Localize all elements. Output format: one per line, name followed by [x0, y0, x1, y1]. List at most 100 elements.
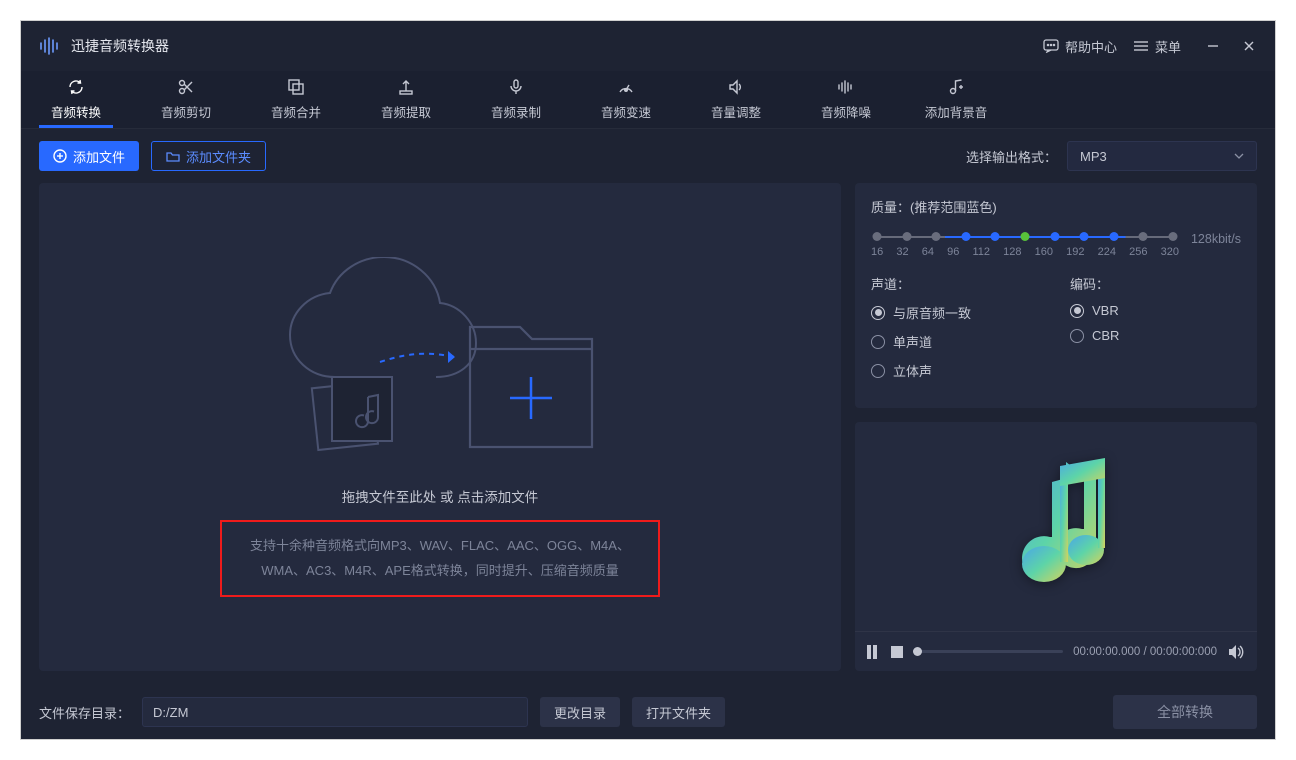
open-folder-button[interactable]: 打开文件夹: [632, 697, 725, 727]
tab-audio-record[interactable]: 音频录制: [461, 71, 571, 128]
right-panel: 质量：(推荐范围蓝色): [855, 183, 1257, 671]
radio-icon: [871, 306, 885, 320]
slider-handle[interactable]: [1021, 232, 1030, 241]
pause-button[interactable]: [867, 645, 881, 659]
encoding-cbr[interactable]: CBR: [1070, 328, 1241, 343]
bitrate-value: 128kbit/s: [1185, 228, 1241, 246]
add-folder-label: 添加文件夹: [186, 147, 251, 166]
help-label: 帮助中心: [1065, 37, 1117, 56]
refresh-icon: [67, 78, 85, 96]
tab-volume-adjust[interactable]: 音量调整: [681, 71, 791, 128]
extract-icon: [397, 78, 415, 96]
slider-tick[interactable]: [991, 232, 1000, 241]
bitrate-slider[interactable]: [871, 236, 1179, 238]
supported-formats-box: 支持十余种音频格式向MP3、WAV、FLAC、AAC、OGG、M4A、 WMA、…: [220, 520, 660, 597]
slider-tick[interactable]: [961, 232, 970, 241]
slider-tick[interactable]: [1109, 232, 1118, 241]
tab-audio-convert[interactable]: 音频转换: [21, 71, 131, 128]
tab-audio-speed[interactable]: 音频变速: [571, 71, 681, 128]
output-format-value: MP3: [1080, 149, 1107, 164]
tab-label: 音频变速: [601, 102, 651, 121]
settings-panel: 质量：(推荐范围蓝色): [855, 183, 1257, 408]
title-bar: 迅捷音频转换器 帮助中心 菜单: [21, 21, 1275, 71]
menu-label: 菜单: [1155, 37, 1181, 56]
tick-label: 256: [1129, 246, 1147, 258]
radio-label: CBR: [1092, 328, 1119, 343]
tab-label: 添加背景音: [925, 102, 988, 121]
tab-audio-extract[interactable]: 音频提取: [351, 71, 461, 128]
tab-audio-cut[interactable]: 音频剪切: [131, 71, 241, 128]
save-path-value: D:/ZM: [153, 705, 188, 720]
formats-line2: WMA、AC3、M4R、APE格式转换，同时提升、压缩音频质量: [236, 559, 644, 584]
channel-title: 声道：: [871, 274, 1042, 293]
encoding-settings: 编码： VBR CBR: [1070, 274, 1241, 390]
progress-handle[interactable]: [913, 647, 922, 656]
slider-tick[interactable]: [1080, 232, 1089, 241]
title-right: 帮助中心 菜单: [1043, 37, 1257, 56]
volume-button[interactable]: [1227, 643, 1245, 661]
radio-icon: [1070, 329, 1084, 343]
slider-tick-labels: 16 32 64 96 112 128 160 192 224 256 320: [871, 246, 1179, 258]
tab-label: 音频合并: [271, 102, 321, 121]
tick-label: 32: [896, 246, 908, 258]
formats-line1: 支持十余种音频格式向MP3、WAV、FLAC、AAC、OGG、M4A、: [236, 534, 644, 559]
slider-tick[interactable]: [1139, 232, 1148, 241]
radio-icon: [871, 335, 885, 349]
add-file-label: 添加文件: [73, 147, 125, 166]
radio-label: 与原音频一致: [893, 303, 971, 322]
app-title: 迅捷音频转换器: [71, 36, 169, 56]
tab-noise-reduce[interactable]: 音频降噪: [791, 71, 901, 128]
chevron-down-icon: [1234, 153, 1244, 159]
radio-icon: [1070, 304, 1084, 318]
window-controls: [1205, 38, 1257, 54]
progress-slider[interactable]: [913, 650, 1063, 653]
add-folder-button[interactable]: 添加文件夹: [151, 141, 266, 171]
help-center-button[interactable]: 帮助中心: [1043, 37, 1117, 56]
channel-same-as-source[interactable]: 与原音频一致: [871, 303, 1042, 322]
radio-icon: [871, 364, 885, 378]
tab-audio-merge[interactable]: 音频合并: [241, 71, 351, 128]
tick-label: 128: [1003, 246, 1021, 258]
stop-button[interactable]: [891, 646, 903, 658]
player-bar: 00:00:00.000 / 00:00:00:000: [855, 631, 1257, 671]
slider-tick[interactable]: [932, 232, 941, 241]
channel-stereo[interactable]: 立体声: [871, 361, 1042, 380]
radio-label: VBR: [1092, 303, 1119, 318]
slider-tick[interactable]: [1050, 232, 1059, 241]
close-button[interactable]: [1241, 38, 1257, 54]
main-menu-button[interactable]: 菜单: [1133, 37, 1181, 56]
encoding-title: 编码：: [1070, 274, 1241, 293]
save-path-label: 文件保存目录：: [39, 703, 130, 722]
drop-zone[interactable]: 拖拽文件至此处 或 点击添加文件 支持十余种音频格式向MP3、WAV、FLAC、…: [39, 183, 841, 671]
slider-tick[interactable]: [873, 232, 882, 241]
app-logo-icon: [39, 35, 61, 57]
tab-add-bgm[interactable]: 添加背景音: [901, 71, 1011, 128]
tick-label: 96: [947, 246, 959, 258]
merge-icon: [287, 78, 305, 96]
change-dir-label: 更改目录: [554, 703, 606, 722]
save-path-input[interactable]: D:/ZM: [142, 697, 528, 727]
output-format-select[interactable]: MP3: [1067, 141, 1257, 171]
add-file-button[interactable]: 添加文件: [39, 141, 139, 171]
channel-mono[interactable]: 单声道: [871, 332, 1042, 351]
mic-icon: [507, 78, 525, 96]
tick-label: 112: [973, 246, 991, 258]
preview-panel: 00:00:00.000 / 00:00:00:000: [855, 422, 1257, 671]
slider-tick[interactable]: [902, 232, 911, 241]
change-directory-button[interactable]: 更改目录: [540, 697, 620, 727]
radio-label: 单声道: [893, 332, 932, 351]
convert-all-label: 全部转换: [1157, 702, 1213, 722]
title-left: 迅捷音频转换器: [39, 35, 169, 57]
preview-canvas: [855, 422, 1257, 631]
drop-hint-text: 拖拽文件至此处 或 点击添加文件: [342, 486, 539, 506]
volume-icon: [727, 78, 745, 96]
output-format-label: 选择输出格式：: [966, 147, 1057, 166]
tab-label: 音频降噪: [821, 102, 871, 121]
minimize-button[interactable]: [1205, 38, 1221, 54]
encoding-vbr[interactable]: VBR: [1070, 303, 1241, 318]
music-note-icon: [996, 452, 1116, 602]
tab-label: 音频剪切: [161, 102, 211, 121]
slider-tick[interactable]: [1169, 232, 1178, 241]
convert-all-button[interactable]: 全部转换: [1113, 695, 1257, 729]
tick-label: 64: [922, 246, 934, 258]
